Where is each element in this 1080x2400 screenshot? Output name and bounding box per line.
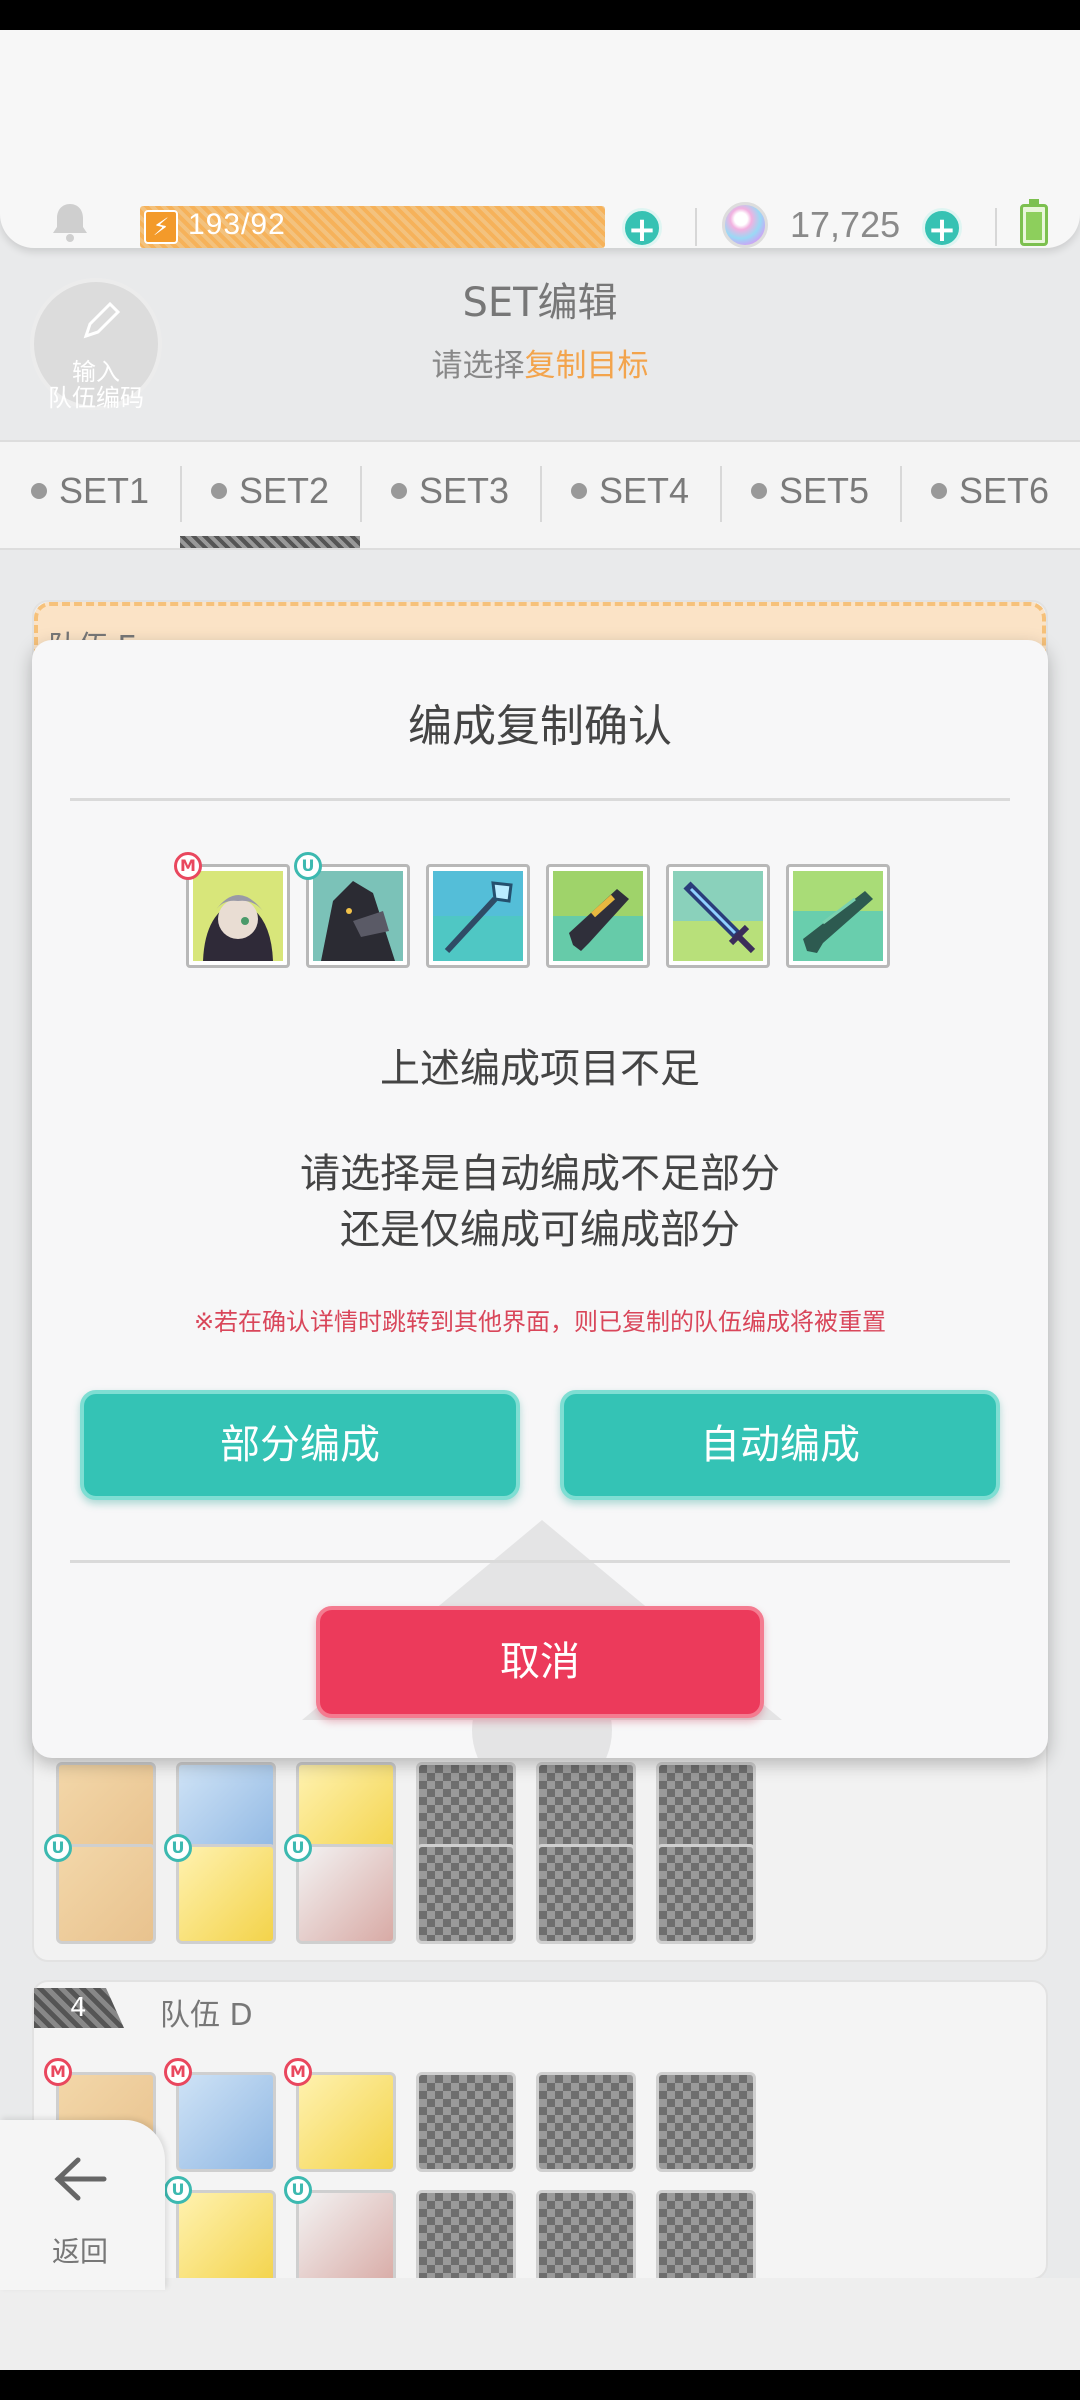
empty-slot[interactable] — [416, 1844, 516, 1944]
bell-icon[interactable] — [48, 200, 92, 244]
choose-message-line1: 请选择是自动编成不足部分 — [300, 1151, 780, 1197]
m-badge-icon: M — [284, 2058, 312, 2086]
empty-slot[interactable] — [536, 2072, 636, 2172]
stamina-value: 193/92 — [188, 208, 286, 241]
team-code-label: 队伍编码 — [48, 384, 144, 412]
item-gun — [546, 864, 650, 968]
back-arrow-icon — [54, 2157, 107, 2201]
character-slot[interactable] — [296, 2190, 396, 2290]
item-sword — [666, 864, 770, 968]
choose-message: 请选择是自动编成不足部分 还是仅编成可编成部分 — [32, 1146, 1048, 1258]
dot-icon — [750, 483, 767, 499]
add-gems-button[interactable]: + — [922, 208, 962, 249]
empty-slot[interactable] — [536, 1844, 636, 1944]
team-label: 队伍 D — [160, 1998, 253, 2033]
item-character-m — [186, 864, 290, 968]
u-badge-icon: U — [164, 1834, 192, 1862]
empty-slot[interactable] — [656, 2190, 756, 2290]
tab-label: SET3 — [418, 470, 510, 511]
tab-set3[interactable]: SET3 — [360, 456, 540, 526]
system-nav-bar — [0, 2370, 1080, 2400]
character-slot[interactable] — [296, 1844, 396, 1944]
tab-set4[interactable]: SET4 — [540, 456, 720, 526]
m-badge-icon: M — [174, 852, 202, 880]
tab-set6[interactable]: SET6 — [900, 456, 1080, 526]
rifle-icon — [793, 871, 883, 961]
input-team-code-button[interactable]: 输入 队伍编码 — [30, 278, 162, 412]
pencil-icon — [83, 301, 121, 339]
reset-warning: ※若在确认详情时跳转到其他界面，则已复制的队伍编成将被重置 — [193, 1308, 887, 1336]
auto-formation-button[interactable]: 自动编成 — [560, 1390, 1000, 1500]
tab-label: SET4 — [598, 470, 690, 511]
input-code-label: 输入 — [72, 358, 120, 386]
back-label: 返回 — [51, 2235, 108, 2268]
tab-set2[interactable]: SET2 — [180, 456, 360, 526]
character-portrait-icon — [313, 871, 403, 961]
dot-icon — [30, 483, 47, 499]
team-number: 4 — [34, 1988, 124, 2028]
stamina-bar: ⚡ 193/92 — [140, 206, 605, 248]
tab-label: SET1 — [58, 470, 150, 511]
empty-slot[interactable] — [416, 2072, 516, 2172]
insufficient-message: 上述编成项目不足 — [380, 1046, 700, 1092]
page-title: SET编辑 — [462, 280, 618, 326]
u-badge-icon: U — [284, 1834, 312, 1862]
sword-icon — [673, 871, 763, 961]
gun-icon — [553, 871, 643, 961]
dot-icon — [390, 483, 407, 499]
u-badge-icon: U — [294, 852, 322, 880]
divider — [995, 208, 997, 246]
partial-formation-button[interactable]: 部分编成 — [80, 1390, 520, 1500]
character-slot[interactable] — [176, 2072, 276, 2172]
add-stamina-button[interactable]: + — [622, 208, 662, 249]
divider — [70, 798, 1010, 801]
dot-icon — [930, 483, 947, 499]
set-tabs: SET1 SET2 SET3 SET4 SET5 SET6 — [0, 440, 1080, 550]
m-badge-icon: M — [44, 2058, 72, 2086]
u-badge-icon: U — [44, 1834, 72, 1862]
character-slot[interactable] — [56, 1844, 156, 1944]
resource-bar: ⚡ 193/92 + 17,725 + — [0, 30, 1080, 249]
bolt-icon: ⚡ — [144, 210, 178, 244]
dialog-title: 编成复制确认 — [408, 701, 672, 752]
character-portrait-icon — [193, 871, 283, 961]
divider — [70, 1560, 1010, 1563]
item-rifle — [786, 864, 890, 968]
choose-message-line2: 还是仅编成可编成部分 — [340, 1207, 740, 1253]
selected-tab-indicator — [180, 536, 360, 548]
page-subtitle: 请选择复制目标 — [340, 340, 740, 385]
item-character-u — [306, 864, 410, 968]
spear-icon — [433, 871, 523, 961]
gem-icon — [722, 202, 768, 248]
tab-set1[interactable]: SET1 — [0, 456, 180, 526]
cancel-button[interactable]: 取消 — [316, 1606, 764, 1718]
empty-slot[interactable] — [656, 2072, 756, 2172]
empty-slot[interactable] — [416, 2190, 516, 2290]
character-slot[interactable] — [296, 2072, 396, 2172]
battery-icon — [1020, 199, 1048, 246]
copy-confirm-dialog: 编成复制确认 M U 上述编成项目不足 请选择是自动编成不足部分 还是仅编成可编… — [32, 640, 1048, 1758]
empty-slot[interactable] — [656, 1844, 756, 1944]
divider — [695, 208, 697, 246]
subtitle-highlight: 复制目标 — [524, 348, 649, 384]
gem-count: 17,725 — [790, 204, 901, 245]
empty-slot[interactable] — [536, 2190, 636, 2290]
character-slot[interactable] — [176, 2190, 276, 2290]
character-slot[interactable] — [176, 1844, 276, 1944]
status-bar — [0, 0, 1080, 30]
tab-label: SET6 — [958, 470, 1050, 511]
tab-set5[interactable]: SET5 — [720, 456, 900, 526]
subtitle-prefix: 请选择 — [431, 348, 525, 384]
u-badge-icon: U — [164, 2176, 192, 2204]
m-badge-icon: M — [164, 2058, 192, 2086]
u-badge-icon: U — [284, 2176, 312, 2204]
tab-label: SET2 — [238, 470, 330, 511]
item-spear — [426, 864, 530, 968]
team-card-d[interactable]: 4 队伍 D M M M U U — [32, 1980, 1048, 2290]
bottom-strip — [0, 2278, 1080, 2370]
back-button[interactable]: 返回 — [0, 2120, 165, 2290]
dot-icon — [210, 483, 227, 499]
tab-label: SET5 — [778, 470, 870, 511]
dot-icon — [570, 483, 587, 499]
